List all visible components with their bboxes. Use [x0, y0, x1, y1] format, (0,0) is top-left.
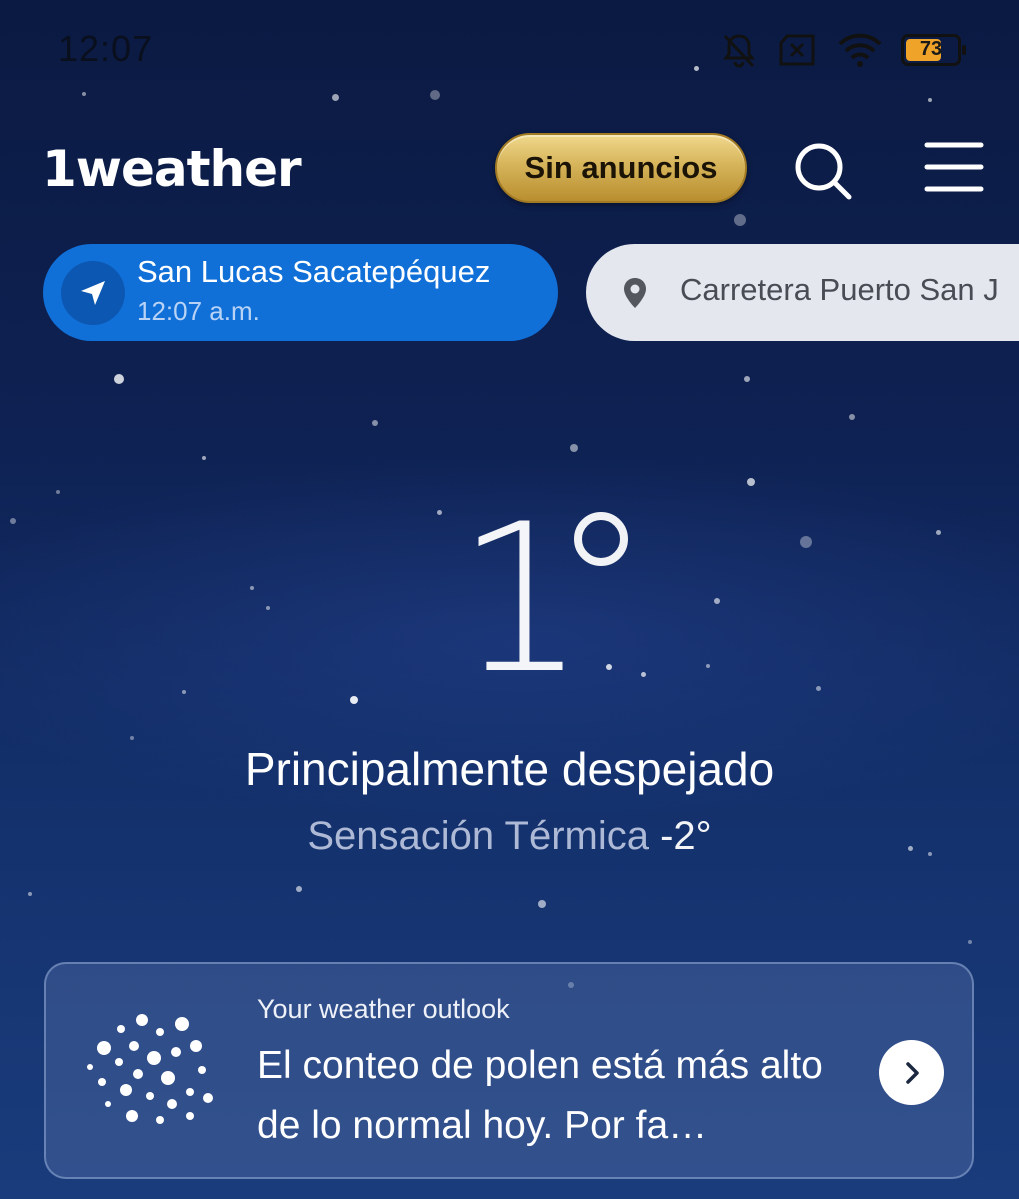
weather-outlook-card[interactable]: Your weather outlook El conteo de polen … — [44, 962, 974, 1179]
chevron-right-icon — [905, 1061, 919, 1084]
pollen-icon — [86, 1012, 216, 1133]
location-name: San Lucas Sacatepéquez — [137, 254, 491, 289]
mute-icon — [719, 30, 759, 70]
app-logo: 1weather — [42, 140, 302, 198]
sim-error-icon — [777, 32, 819, 68]
location-chip-current[interactable]: San Lucas Sacatepéquez 12:07 a.m. — [43, 244, 558, 341]
outlook-message: El conteo de polen está más alto de lo n… — [257, 1044, 823, 1147]
location-time: 12:07 a.m. — [137, 296, 260, 326]
status-icons: 73 — [719, 30, 966, 70]
location-pin-icon — [622, 277, 648, 314]
current-temperature: 1 — [456, 481, 587, 719]
search-button[interactable] — [792, 140, 854, 202]
feels-like: Sensación Térmica -2° — [0, 814, 1019, 859]
menu-button[interactable] — [924, 140, 984, 194]
location-name: Carretera Puerto San J — [680, 272, 999, 307]
menu-icon — [924, 142, 984, 192]
navigation-arrow-icon — [61, 261, 125, 325]
weather-condition: Principalmente despejado — [244, 743, 775, 795]
outlook-label: Your weather outlook — [257, 994, 510, 1024]
outlook-open-button[interactable] — [879, 1040, 944, 1105]
status-time: 12:07 — [58, 28, 154, 69]
wifi-icon — [837, 32, 883, 68]
search-icon — [795, 143, 852, 200]
status-bar: 12:07 73 — [0, 0, 1019, 100]
feels-like-label: Sensación Térmica — [307, 814, 649, 858]
remove-ads-button[interactable]: Sin anuncios — [495, 133, 747, 203]
battery-icon: 73 — [901, 34, 966, 66]
feels-like-value: -2° — [660, 814, 712, 858]
location-chip-secondary[interactable]: Carretera Puerto San J — [586, 244, 1019, 341]
battery-level: 73 — [919, 38, 943, 60]
degree-symbol-icon — [574, 512, 628, 566]
